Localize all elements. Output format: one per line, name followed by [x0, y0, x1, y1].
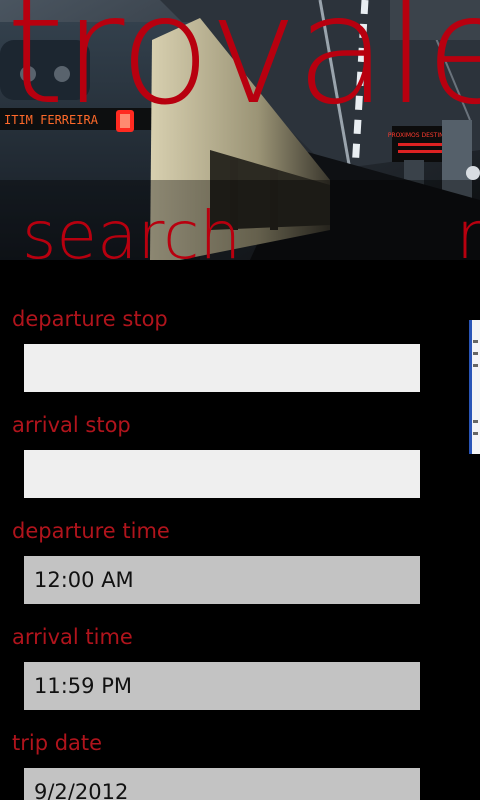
departure-time-picker[interactable]: 12:00 AM: [24, 556, 420, 604]
departure-stop-label: departure stop: [12, 307, 168, 331]
app-title: trovale: [6, 0, 480, 138]
map-preview-mark: [473, 352, 478, 355]
search-form: departure stop arrival stop departure ti…: [0, 298, 440, 800]
map-preview-edge: [469, 320, 472, 454]
next-pivot-map-preview[interactable]: [469, 320, 480, 454]
arrival-stop-label: arrival stop: [12, 413, 131, 437]
map-preview-mark: [473, 340, 478, 343]
map-preview-mark: [473, 432, 478, 435]
departure-time-label: departure time: [12, 519, 170, 543]
app-screen: PROXIMOS DESTINOS ITIM FERREIRA trovale …: [0, 0, 480, 800]
map-preview-mark: [473, 420, 478, 423]
arrival-time-label: arrival time: [12, 625, 133, 649]
arrival-stop-input[interactable]: [24, 450, 420, 498]
pivot-tab-search[interactable]: search: [22, 196, 241, 276]
trip-date-label: trip date: [12, 731, 103, 755]
pivot-header: search r: [0, 196, 480, 276]
arrival-time-picker[interactable]: 11:59 PM: [24, 662, 420, 710]
map-preview-mark: [473, 364, 478, 367]
pivot-tab-next[interactable]: r: [456, 196, 480, 276]
trip-date-picker[interactable]: 9/2/2012: [24, 768, 420, 800]
departure-stop-input[interactable]: [24, 344, 420, 392]
